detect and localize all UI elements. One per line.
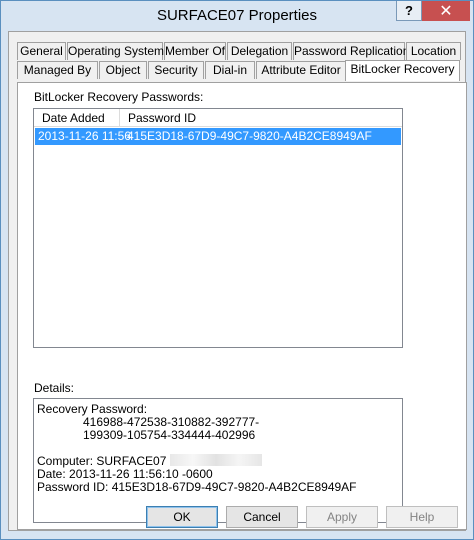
tab-attribute-editor[interactable]: Attribute Editor: [256, 61, 346, 79]
properties-dialog: SURFACE07 Properties ? ✕ General Operati…: [0, 0, 474, 540]
table-row[interactable]: 2013-11-26 11:56 415E3D18-67D9-49C7-9820…: [35, 128, 401, 145]
tab-bitlocker-recovery[interactable]: BitLocker Recovery: [345, 60, 460, 81]
tab-location[interactable]: Location: [406, 42, 461, 60]
help-icon[interactable]: ?: [396, 1, 422, 21]
recovery-password-line-1: 416988-472538-310882-392777-: [83, 415, 260, 429]
tab-operating-system[interactable]: Operating System: [67, 42, 164, 60]
ok-button[interactable]: OK: [146, 506, 218, 528]
column-header-password-id[interactable]: Password ID: [120, 109, 402, 127]
dialog-client-area: General Operating System Member Of Deleg…: [8, 31, 467, 531]
cell-date-added: 2013-11-26 11:56: [38, 129, 131, 143]
tab-dial-in[interactable]: Dial-in: [205, 61, 255, 79]
recovery-passwords-label: BitLocker Recovery Passwords:: [34, 90, 204, 104]
tab-password-replication[interactable]: Password Replication: [293, 42, 409, 60]
details-box[interactable]: Recovery Password: 416988-472538-310882-…: [33, 398, 403, 523]
title-bar[interactable]: SURFACE07 Properties ? ✕: [1, 1, 473, 31]
cell-password-id: 415E3D18-67D9-49C7-9820-A4B2CE8949AF: [127, 129, 372, 143]
tab-panel: BitLocker Recovery Passwords: Date Added…: [17, 82, 467, 530]
password-id-line: Password ID: 415E3D18-67D9-49C7-9820-A4B…: [37, 480, 357, 494]
tab-delegation[interactable]: Delegation: [227, 42, 292, 60]
details-label: Details:: [34, 381, 75, 395]
tab-managed-by[interactable]: Managed By: [17, 61, 98, 79]
computer-line: Computer: SURFACE07: [37, 454, 262, 468]
tab-security[interactable]: Security: [148, 61, 204, 79]
redacted-domain: [169, 454, 262, 466]
close-icon[interactable]: ✕: [422, 1, 470, 21]
recovery-password-label: Recovery Password:: [37, 402, 148, 416]
tab-general[interactable]: General: [17, 42, 66, 60]
help-button[interactable]: Help: [386, 506, 458, 528]
recovery-passwords-list[interactable]: Date Added Password ID 2013-11-26 11:56 …: [33, 108, 403, 348]
column-header-date-added[interactable]: Date Added: [34, 109, 120, 127]
cancel-button[interactable]: Cancel: [226, 506, 298, 528]
computer-value: Computer: SURFACE07: [37, 454, 167, 468]
tab-member-of[interactable]: Member Of: [164, 42, 226, 60]
recovery-password-line-2: 199309-105754-334444-402996: [83, 428, 256, 442]
tab-object[interactable]: Object: [99, 61, 147, 79]
date-line: Date: 2013-11-26 11:56:10 -0600: [37, 467, 213, 481]
apply-button[interactable]: Apply: [306, 506, 378, 528]
